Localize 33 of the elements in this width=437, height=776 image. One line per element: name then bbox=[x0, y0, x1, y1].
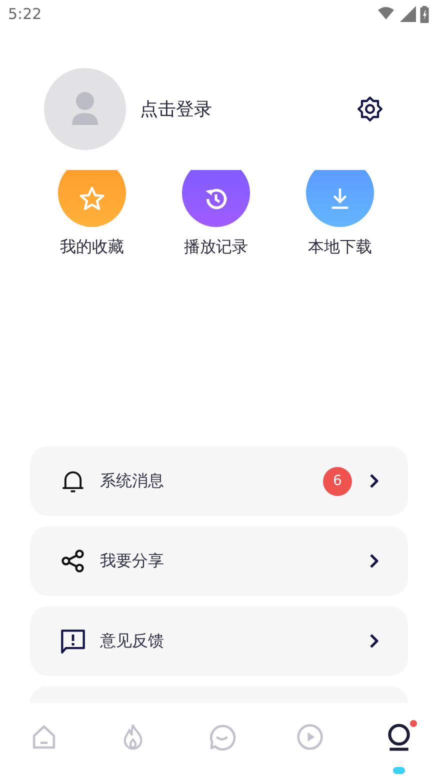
settings-button[interactable] bbox=[357, 96, 383, 122]
shortcut-label[interactable]: 我的收藏 bbox=[60, 235, 124, 259]
person-icon bbox=[385, 722, 413, 750]
shortcut-button[interactable] bbox=[182, 170, 250, 227]
menu-label: 我要分享 bbox=[100, 550, 165, 572]
chevron-right-icon bbox=[368, 553, 380, 569]
chevron-right-icon bbox=[368, 473, 380, 489]
chevron-right-icon bbox=[368, 633, 380, 649]
notification-dot bbox=[410, 720, 417, 726]
status-time: 5:22 bbox=[8, 4, 42, 25]
wifi-icon bbox=[376, 6, 396, 22]
menu-item[interactable]: 我要分享 bbox=[30, 526, 408, 596]
active-indicator bbox=[393, 766, 405, 774]
person-icon bbox=[70, 91, 100, 127]
play-icon bbox=[296, 722, 324, 750]
shortcut-label[interactable]: 播放记录 bbox=[184, 235, 248, 259]
menu-label: 系统消息 bbox=[100, 470, 165, 492]
chat-icon bbox=[208, 722, 236, 750]
login-link[interactable]: 点击登录 bbox=[140, 96, 357, 122]
star-icon bbox=[78, 184, 106, 212]
battery-icon bbox=[420, 6, 429, 22]
signal-icon bbox=[400, 6, 416, 22]
count-badge: 6 bbox=[323, 466, 352, 496]
settings-icon bbox=[357, 96, 383, 122]
feedback-icon bbox=[60, 628, 86, 654]
menu-label: 意见反馈 bbox=[100, 630, 165, 652]
shortcut-label[interactable]: 本地下载 bbox=[308, 235, 372, 259]
shortcut-button[interactable] bbox=[306, 170, 374, 227]
share-icon bbox=[60, 548, 86, 574]
menu-item[interactable]: 意见反馈 bbox=[30, 606, 408, 676]
menu-item[interactable]: 系统消息 6 bbox=[30, 446, 408, 516]
home-icon bbox=[30, 722, 58, 750]
shortcut-button[interactable] bbox=[58, 170, 126, 227]
